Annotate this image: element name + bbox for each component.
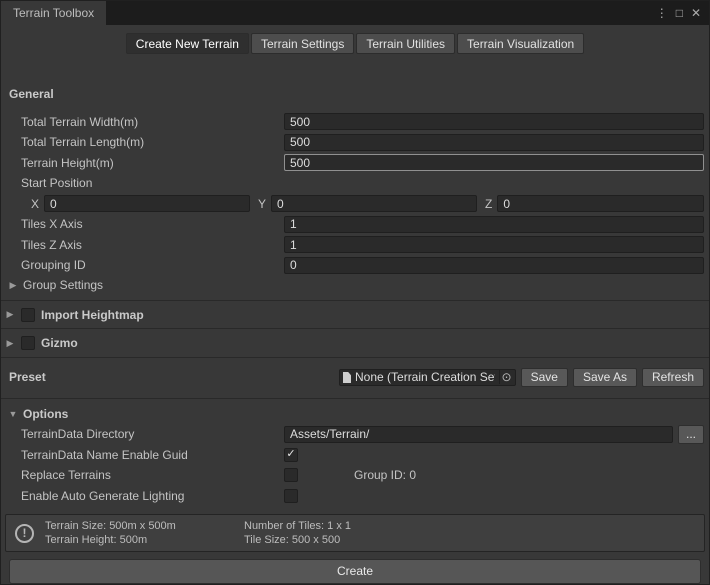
total-terrain-width-label: Total Terrain Width(m) (21, 115, 284, 129)
preset-object-field[interactable]: None (Terrain Creation Setting ⊙ (339, 369, 516, 386)
close-icon[interactable]: ✕ (691, 7, 701, 19)
titlebar-icons: ⋮ □ ✕ (656, 1, 709, 25)
terrain-height-row: Terrain Height(m) 500 (1, 153, 709, 172)
grouping-id-row: Grouping ID 0 (1, 255, 709, 274)
replace-terrains-label: Replace Terrains (21, 468, 284, 482)
start-position-y-group: Y 0 (258, 195, 477, 212)
tiles-x-axis-field[interactable]: 1 (284, 216, 704, 233)
create-button[interactable]: Create (9, 559, 701, 584)
total-terrain-length-row: Total Terrain Length(m) 500 (1, 132, 709, 151)
total-terrain-width-row: Total Terrain Width(m) 500 (1, 112, 709, 131)
info-column-right: Number of Tiles: 1 x 1 Tile Size: 500 x … (244, 519, 351, 547)
options-foldout[interactable]: ▼ Options (1, 403, 709, 424)
save-button[interactable]: Save (521, 368, 568, 387)
start-position-x-group: X 0 (31, 195, 250, 212)
terraindata-directory-row: TerrainData Directory Assets/Terrain/ ..… (1, 425, 709, 444)
tab-label: Terrain Visualization (467, 37, 574, 51)
auto-generate-lighting-label: Enable Auto Generate Lighting (21, 489, 284, 503)
tiles-z-axis-field[interactable]: 1 (284, 236, 704, 253)
import-heightmap-label: Import Heightmap (41, 308, 144, 322)
terrain-info-helpbox: ! Terrain Size: 500m x 500m Terrain Heig… (5, 514, 705, 551)
options-label: Options (23, 407, 68, 421)
total-terrain-length-label: Total Terrain Length(m) (21, 135, 284, 149)
terrain-height-text: Terrain Height: 500m (45, 533, 233, 547)
toolbox-mode-tabs: Create New Terrain Terrain Settings Terr… (1, 25, 709, 60)
window-title: Terrain Toolbox (13, 6, 94, 20)
tab-label: Create New Terrain (136, 37, 239, 51)
total-terrain-width-field[interactable]: 500 (284, 113, 704, 130)
window-titlebar: Terrain Toolbox ⋮ □ ✕ (1, 1, 709, 25)
preset-label: Preset (9, 370, 339, 384)
tab-label: Terrain Utilities (366, 37, 445, 51)
asset-file-icon (343, 372, 351, 383)
replace-terrains-row: Replace Terrains Group ID: 0 (1, 466, 709, 485)
refresh-button[interactable]: Refresh (642, 368, 704, 387)
group-settings-label: Group Settings (23, 278, 103, 292)
object-picker-icon[interactable]: ⊙ (499, 370, 512, 384)
group-id-text: Group ID: 0 (354, 468, 416, 482)
tiles-x-axis-label: Tiles X Axis (21, 217, 284, 231)
grouping-id-label: Grouping ID (21, 258, 284, 272)
section-divider (1, 398, 709, 399)
start-position-z-group: Z 0 (485, 195, 704, 212)
tab-terrain-settings[interactable]: Terrain Settings (251, 33, 354, 54)
terraindata-directory-label: TerrainData Directory (21, 427, 284, 441)
terraindata-name-guid-label: TerrainData Name Enable Guid (21, 448, 284, 462)
terrain-toolbox-window: Terrain Toolbox ⋮ □ ✕ Create New Terrain… (0, 0, 710, 585)
tiles-z-axis-row: Tiles Z Axis 1 (1, 235, 709, 254)
checkmark-icon: ✓ (286, 449, 295, 460)
grouping-id-field[interactable]: 0 (284, 257, 704, 274)
terraindata-name-guid-row: TerrainData Name Enable Guid ✓ (1, 445, 709, 464)
axis-y-label: Y (258, 197, 266, 211)
number-of-tiles-text: Number of Tiles: 1 x 1 (244, 519, 351, 533)
foldout-arrow-icon[interactable]: ▶ (5, 309, 15, 320)
start-position-x-field[interactable]: 0 (44, 195, 250, 212)
replace-terrains-checkbox[interactable] (284, 468, 298, 482)
maximize-icon[interactable]: □ (676, 7, 683, 19)
save-as-button[interactable]: Save As (573, 368, 637, 387)
tab-create-new-terrain[interactable]: Create New Terrain (126, 33, 249, 54)
tab-label: Terrain Settings (261, 37, 344, 51)
import-heightmap-section: ▶ Import Heightmap (1, 301, 709, 328)
terrain-height-label: Terrain Height(m) (21, 156, 284, 170)
axis-x-label: X (31, 197, 39, 211)
tab-terrain-visualization[interactable]: Terrain Visualization (457, 33, 584, 54)
axis-z-label: Z (485, 197, 492, 211)
titlebar-spacer (106, 1, 656, 25)
gizmo-section: ▶ Gizmo (1, 329, 709, 356)
terrain-size-text: Terrain Size: 500m x 500m (45, 519, 233, 533)
kebab-menu-icon[interactable]: ⋮ (656, 7, 668, 19)
gizmo-checkbox[interactable] (21, 336, 35, 350)
start-position-label: Start Position (21, 176, 284, 190)
import-heightmap-checkbox[interactable] (21, 308, 35, 322)
foldout-arrow-icon[interactable]: ▶ (5, 338, 15, 349)
total-terrain-length-field[interactable]: 500 (284, 134, 704, 151)
tiles-x-axis-row: Tiles X Axis 1 (1, 214, 709, 233)
foldout-arrow-icon: ▶ (8, 280, 18, 291)
gizmo-label: Gizmo (41, 336, 78, 350)
group-settings-foldout[interactable]: ▶ Group Settings (1, 276, 709, 295)
terraindata-name-guid-checkbox[interactable]: ✓ (284, 448, 298, 462)
start-position-row: Start Position (1, 173, 709, 192)
general-section-title: General (1, 84, 709, 104)
terrain-height-field[interactable]: 500 (284, 154, 704, 171)
terraindata-directory-field[interactable]: Assets/Terrain/ (284, 426, 673, 443)
section-divider (1, 357, 709, 358)
start-position-z-field[interactable]: 0 (497, 195, 704, 212)
tiles-z-axis-label: Tiles Z Axis (21, 238, 284, 252)
auto-generate-lighting-checkbox[interactable] (284, 489, 298, 503)
tab-terrain-utilities[interactable]: Terrain Utilities (356, 33, 455, 54)
info-column-left: Terrain Size: 500m x 500m Terrain Height… (45, 519, 233, 547)
preset-row: Preset None (Terrain Creation Setting ⊙ … (1, 368, 709, 387)
auto-generate-lighting-row: Enable Auto Generate Lighting (1, 486, 709, 505)
foldout-arrow-icon: ▼ (8, 409, 18, 419)
window-tab-terrain-toolbox[interactable]: Terrain Toolbox (1, 1, 106, 25)
tile-size-text: Tile Size: 500 x 500 (244, 533, 351, 547)
start-position-xyz-row: X 0 Y 0 Z 0 (1, 194, 709, 213)
preset-object-value: None (Terrain Creation Setting (355, 370, 495, 384)
start-position-y-field[interactable]: 0 (271, 195, 477, 212)
browse-directory-button[interactable]: ... (678, 425, 704, 444)
info-icon: ! (15, 524, 34, 543)
